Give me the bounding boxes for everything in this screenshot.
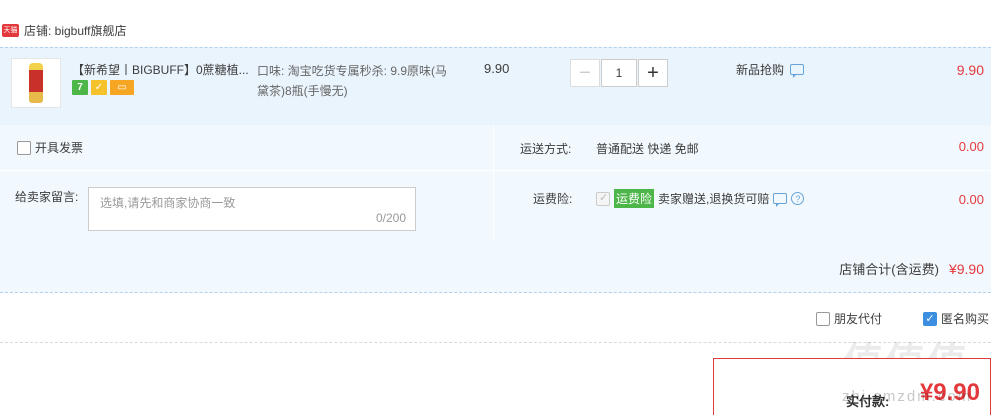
store-header: 天猫 店铺: bigbuff旗舰店: [0, 19, 126, 41]
store-total-value: ¥9.90: [948, 261, 984, 277]
chat-icon[interactable]: [790, 64, 805, 78]
quantity-stepper: − 1 +: [570, 59, 668, 87]
insurance-option: 运费险 卖家赠送,退换货可赔 ?: [596, 189, 805, 208]
product-sku: 口味: 淘宝吃货专属秒杀: 9.9原味(马黛茶)8瓶(手慢无): [257, 64, 448, 98]
guarantee-icon: ✓: [91, 80, 107, 95]
cart-item-row: 【新希望丨BIGBUFF】0蔗糖植... 7 ✓ ▭ 口味: 淘宝吃货专属秒杀:…: [0, 47, 991, 125]
order-options: 开具发票 给卖家留言: 选填,请先和商家协商一致 0/200 运送方式: 普通配…: [0, 125, 991, 293]
friend-pay-checkbox[interactable]: [816, 311, 830, 326]
chat-icon[interactable]: [773, 193, 788, 207]
quantity-input[interactable]: 1: [601, 59, 637, 87]
anonymous-checkbox[interactable]: ✓: [923, 311, 937, 326]
unit-price: 9.90: [484, 61, 510, 76]
insurance-tag: 运费险: [614, 189, 655, 208]
invoice-option[interactable]: 开具发票: [17, 139, 83, 156]
insurance-price: 0.00: [958, 192, 984, 207]
invoice-label: 开具发票: [35, 141, 84, 155]
shipping-price: 0.00: [958, 139, 984, 154]
store-total-label: 店铺合计(含运费): [839, 262, 939, 277]
insurance-checkbox: [596, 191, 610, 206]
promotion: 新品抢购: [736, 61, 805, 78]
shipping-method-label: 运送方式:: [520, 142, 572, 156]
watermark-url: zhi.smzdm.com: [842, 388, 973, 405]
invoice-checkbox[interactable]: [17, 140, 31, 155]
credit-card-icon: ▭: [110, 80, 134, 95]
seven-day-return-icon: 7: [72, 80, 88, 95]
payment-summary: 实付款: ¥9.90: [713, 358, 991, 415]
product-thumbnail[interactable]: [11, 58, 61, 108]
seller-message-label: 给卖家留言:: [15, 190, 79, 204]
message-char-count: 0/200: [375, 211, 406, 225]
help-icon[interactable]: ?: [791, 192, 805, 205]
store-total-row: 店铺合计(含运费) ¥9.90: [0, 242, 991, 292]
friend-pay-label: 朋友代付: [834, 312, 883, 326]
anonymous-label: 匿名购买: [941, 312, 990, 326]
item-total-price: 9.90: [956, 62, 984, 78]
shipping-method-value: 普通配送 快递 免邮: [596, 142, 699, 156]
tmall-icon: 天猫: [2, 23, 19, 37]
product-title[interactable]: 【新希望丨BIGBUFF】0蔗糖植...: [72, 61, 252, 78]
divider: [0, 170, 991, 171]
message-placeholder: 选填,请先和商家协商一致: [100, 196, 236, 210]
increase-quantity-button[interactable]: +: [638, 59, 668, 87]
decrease-quantity-button[interactable]: −: [570, 59, 600, 87]
product-image: [29, 63, 43, 103]
page-edge: [991, 0, 997, 415]
store-total: 店铺合计(含运费) ¥9.90: [839, 259, 984, 278]
service-badges: 7 ✓ ▭: [72, 80, 134, 95]
anonymous-purchase-option[interactable]: ✓ 匿名购买: [923, 310, 989, 327]
seller-message-input[interactable]: 选填,请先和商家协商一致 0/200: [88, 187, 416, 231]
friend-pay-option[interactable]: 朋友代付: [816, 310, 882, 327]
promotion-label: 新品抢购: [736, 63, 785, 77]
insurance-label: 运费险:: [533, 192, 573, 206]
insurance-text: 卖家赠送,退换货可赔: [658, 192, 770, 206]
store-name[interactable]: 店铺: bigbuff旗舰店: [24, 22, 126, 39]
